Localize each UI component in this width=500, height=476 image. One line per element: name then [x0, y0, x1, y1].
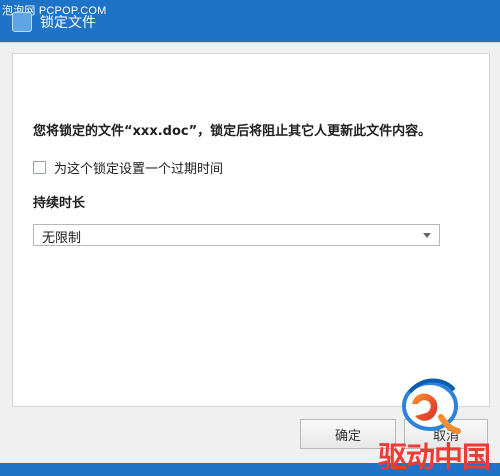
- chevron-down-icon[interactable]: [423, 233, 431, 238]
- expire-checkbox[interactable]: [33, 160, 46, 174]
- duration-label: 持续时长: [33, 196, 86, 211]
- expire-option[interactable]: 为这个锁定设置一个过期时间: [33, 158, 223, 177]
- brand-text: 驱动中国: [378, 440, 491, 474]
- duration-selected-value[interactable]: 无限制: [42, 227, 81, 246]
- duration-select[interactable]: 无限制: [33, 224, 440, 246]
- window-titlebar: 泡泡网 PCPOP.COM 锁定文件: [0, 0, 500, 42]
- lock-file-icon: [12, 12, 32, 32]
- lock-message: 您将锁定的文件“xxx.doc”，锁定后将阻止其它人更新此文件内容。: [33, 124, 432, 139]
- dialog-content-panel: 您将锁定的文件“xxx.doc”，锁定后将阻止其它人更新此文件内容。 为这个锁定…: [12, 53, 490, 407]
- window-title: 锁定文件: [40, 15, 96, 31]
- expire-checkbox-label[interactable]: 为这个锁定设置一个过期时间: [54, 158, 223, 177]
